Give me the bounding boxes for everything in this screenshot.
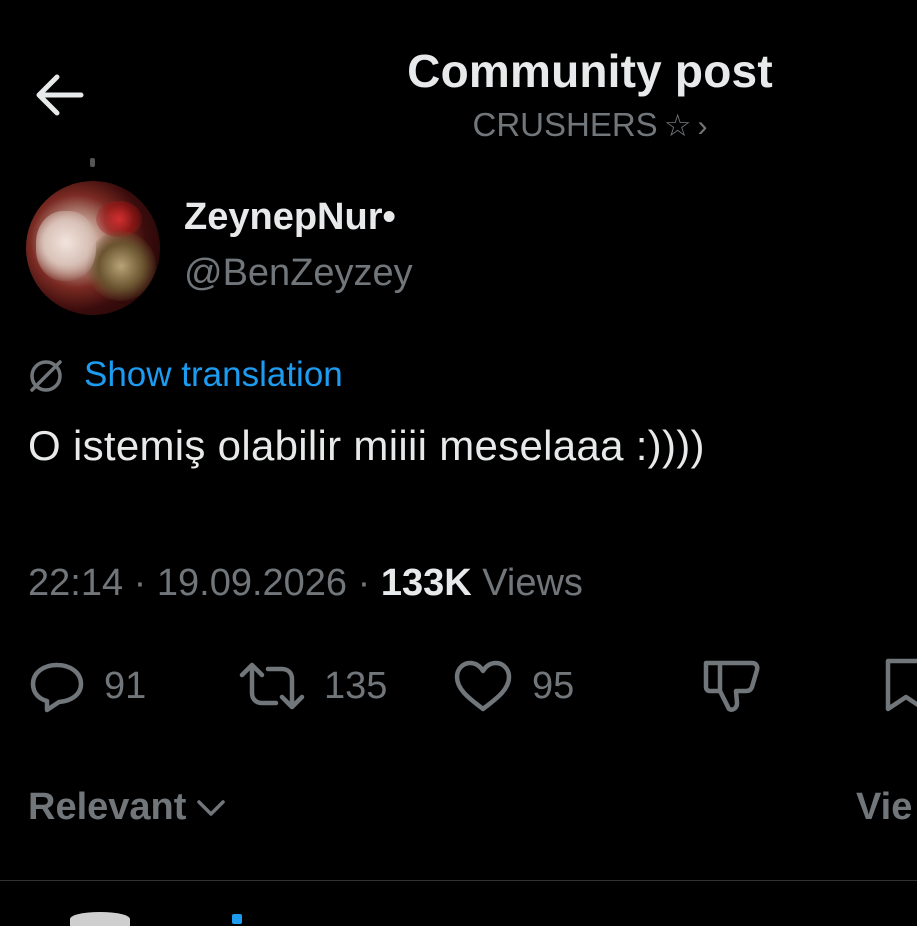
views-count[interactable]: 133K xyxy=(381,562,472,604)
post-meta: 22:14 · 19.09.2026 · 133K Views xyxy=(28,562,583,605)
reply-icon xyxy=(30,662,84,713)
dislike-icon xyxy=(703,660,760,712)
author-display-name[interactable]: ZeynepNur• xyxy=(184,196,396,239)
view-link[interactable]: Vie xyxy=(856,786,912,829)
next-reply-badge xyxy=(232,914,242,924)
repost-count: 135 xyxy=(324,664,388,707)
post-time: 22:14 xyxy=(28,562,124,604)
community-name: CRUSHERS xyxy=(472,106,658,143)
chevron-right-icon: › xyxy=(697,110,708,143)
show-translation-link[interactable]: Show translation xyxy=(84,355,343,395)
avatar[interactable] xyxy=(26,181,160,315)
repost-icon xyxy=(239,662,305,710)
reply-button[interactable]: 91 xyxy=(28,656,146,716)
views-label[interactable]: Views xyxy=(482,562,583,604)
back-button[interactable] xyxy=(28,66,90,124)
page-title: Community post xyxy=(407,45,773,97)
community-link[interactable]: CRUSHERS ☆ › xyxy=(280,106,900,144)
sort-label: Relevant xyxy=(28,786,187,828)
reply-sort-dropdown[interactable]: Relevant xyxy=(28,786,226,829)
star-icon: ☆ xyxy=(663,108,692,143)
dislike-button[interactable] xyxy=(702,656,762,716)
author-handle[interactable]: @BenZeyzey xyxy=(184,252,413,295)
scroll-indicator xyxy=(90,158,95,167)
repost-button[interactable]: 135 xyxy=(238,656,387,716)
reply-count: 91 xyxy=(104,664,147,707)
next-reply-avatar[interactable] xyxy=(70,912,130,926)
meta-separator: · xyxy=(133,562,147,604)
like-count: 95 xyxy=(532,664,575,707)
meta-separator: · xyxy=(357,562,371,604)
bookmark-button[interactable] xyxy=(884,656,917,716)
back-arrow-icon xyxy=(36,74,84,116)
divider xyxy=(0,880,917,881)
post-text: O istemiş olabilir miiii meselaaa :)))) xyxy=(28,422,705,469)
post-date: 19.09.2026 xyxy=(156,562,348,604)
like-button[interactable]: 95 xyxy=(452,656,574,716)
bookmark-icon xyxy=(885,658,917,712)
chevron-down-icon xyxy=(197,799,226,816)
translate-globe-icon xyxy=(30,360,62,392)
like-icon xyxy=(454,660,512,712)
